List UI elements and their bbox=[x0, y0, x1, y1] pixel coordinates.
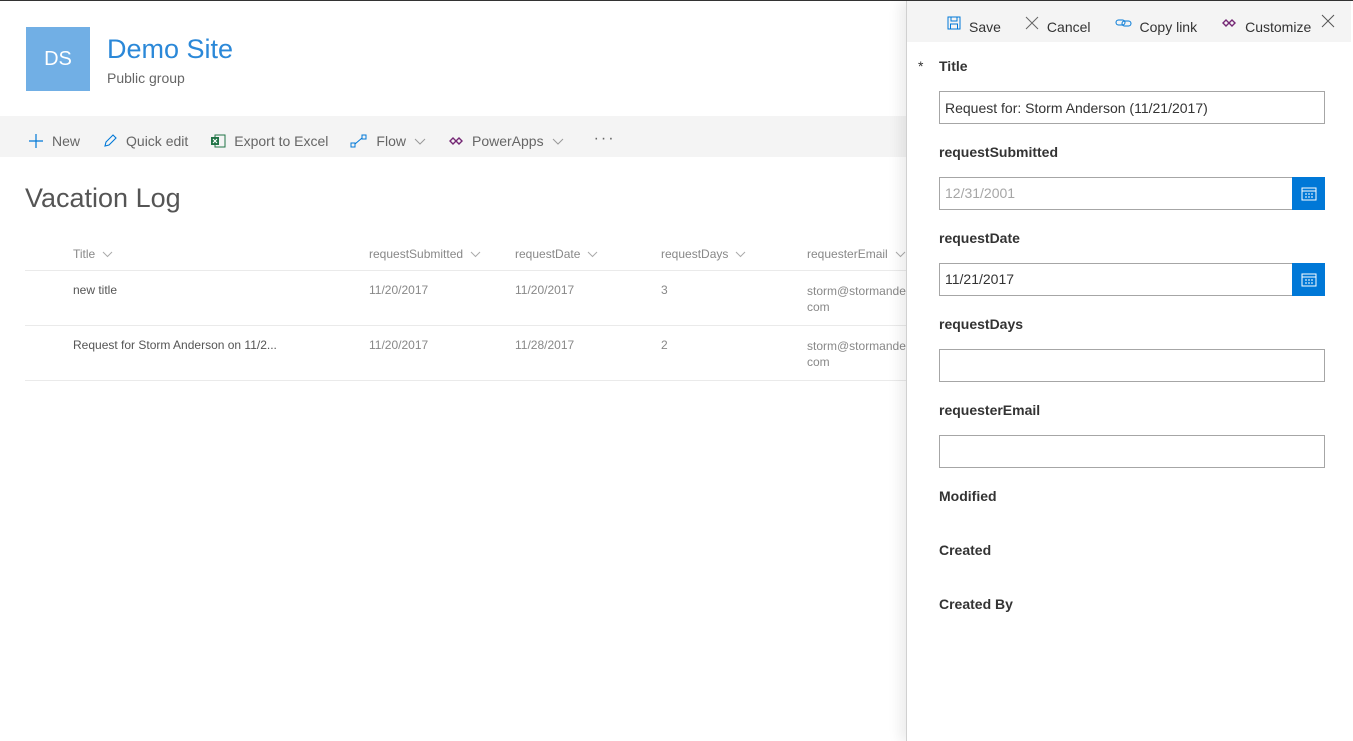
modified-label: Modified bbox=[939, 488, 997, 504]
title-field: * Title Request for: Storm Anderson (11/… bbox=[918, 58, 1325, 124]
requesteremail-label: requesterEmail bbox=[939, 402, 1041, 418]
panel-command-bar: Save Cancel Copy link Customize bbox=[907, 1, 1351, 42]
more-options-button[interactable]: ··· bbox=[594, 116, 616, 157]
column-header-requestdate[interactable]: requestDate bbox=[515, 247, 598, 261]
cell-requesteremail: storm@stormande com bbox=[807, 339, 906, 369]
column-header-requestdays[interactable]: requestDays bbox=[661, 247, 746, 261]
new-button[interactable]: New bbox=[28, 116, 80, 157]
save-icon bbox=[947, 16, 961, 30]
chevron-down-icon bbox=[552, 133, 564, 149]
requestsubmitted-label: requestSubmitted bbox=[939, 144, 1059, 160]
link-icon bbox=[1115, 17, 1132, 29]
calendar-icon bbox=[1301, 187, 1316, 200]
requestsubmitted-input[interactable]: 12/31/2001 bbox=[939, 177, 1292, 210]
column-header-requesteremail[interactable]: requesterEmail bbox=[807, 246, 906, 262]
customize-label: Customize bbox=[1245, 18, 1312, 35]
chevron-down-icon bbox=[102, 247, 113, 261]
column-header-title[interactable]: Title bbox=[73, 247, 113, 261]
cell-title[interactable]: new title bbox=[25, 283, 369, 325]
chevron-down-icon bbox=[895, 246, 906, 262]
flow-icon bbox=[350, 133, 368, 149]
new-label: New bbox=[52, 132, 81, 149]
requesteremail-field: requesterEmail bbox=[939, 402, 1325, 468]
calendar-button[interactable] bbox=[1292, 177, 1325, 210]
export-label: Export to Excel bbox=[234, 132, 329, 149]
table-row[interactable]: new title 11/20/2017 11/20/2017 3 storm@… bbox=[25, 271, 915, 326]
cell-requestdays: 3 bbox=[661, 283, 668, 297]
flow-button[interactable]: Flow bbox=[350, 116, 426, 157]
cell-requestsubmitted: 11/20/2017 bbox=[369, 283, 429, 297]
edit-item-panel: Save Cancel Copy link Customize * Title … bbox=[906, 1, 1353, 741]
cell-requestsubmitted: 11/20/2017 bbox=[369, 338, 429, 352]
export-to-excel-button[interactable]: Export to Excel bbox=[210, 116, 328, 157]
requestsubmitted-date-picker: 12/31/2001 bbox=[939, 177, 1325, 210]
excel-icon bbox=[210, 133, 226, 149]
cell-requestdate: 11/28/2017 bbox=[515, 338, 575, 352]
requestsubmitted-field: requestSubmitted 12/31/2001 bbox=[939, 144, 1325, 210]
requestdate-input[interactable]: 11/21/2017 bbox=[939, 263, 1292, 296]
save-label: Save bbox=[969, 18, 1001, 35]
list-view: Title requestSubmitted requestDate reque… bbox=[25, 237, 915, 381]
powerapps-icon bbox=[1221, 17, 1237, 29]
requesteremail-input[interactable] bbox=[939, 435, 1325, 468]
cell-requestdate: 11/20/2017 bbox=[515, 283, 575, 297]
chevron-down-icon bbox=[735, 247, 746, 261]
chevron-down-icon bbox=[414, 133, 426, 149]
chevron-down-icon bbox=[587, 247, 598, 261]
requestdays-input[interactable] bbox=[939, 349, 1325, 382]
requestdate-field: requestDate 11/21/2017 bbox=[939, 230, 1325, 296]
required-marker: * bbox=[918, 58, 924, 74]
created-by-label: Created By bbox=[939, 596, 1013, 612]
requestdate-label: requestDate bbox=[939, 230, 1020, 246]
list-title: Vacation Log bbox=[25, 183, 181, 213]
cell-requestdays: 2 bbox=[661, 338, 668, 352]
plus-icon bbox=[28, 133, 44, 149]
site-logo[interactable]: DS bbox=[26, 27, 90, 91]
cancel-button[interactable]: Cancel bbox=[1025, 9, 1091, 35]
quick-edit-button[interactable]: Quick edit bbox=[102, 116, 188, 157]
quick-edit-label: Quick edit bbox=[126, 132, 189, 149]
chevron-down-icon bbox=[470, 247, 481, 261]
powerapps-label: PowerApps bbox=[471, 132, 544, 149]
cell-title[interactable]: Request for Storm Anderson on 11/2... bbox=[25, 338, 369, 380]
calendar-button[interactable] bbox=[1292, 263, 1325, 296]
save-button[interactable]: Save bbox=[947, 9, 1001, 35]
cancel-label: Cancel bbox=[1046, 18, 1091, 35]
site-title[interactable]: Demo Site bbox=[107, 34, 233, 65]
cell-requesteremail: storm@stormande com bbox=[807, 284, 906, 314]
copy-link-label: Copy link bbox=[1139, 18, 1198, 35]
close-panel-icon[interactable] bbox=[1321, 14, 1335, 28]
site-subtitle: Public group bbox=[107, 70, 185, 86]
column-header-requestsubmitted[interactable]: requestSubmitted bbox=[369, 247, 481, 261]
powerapps-icon bbox=[448, 135, 464, 147]
close-icon bbox=[1025, 16, 1039, 30]
created-label: Created bbox=[939, 542, 992, 558]
requestdate-date-picker: 11/21/2017 bbox=[939, 263, 1325, 296]
table-row[interactable]: Request for Storm Anderson on 11/2... 11… bbox=[25, 326, 915, 381]
title-label: Title bbox=[939, 58, 968, 74]
pencil-icon bbox=[102, 133, 118, 149]
copy-link-button[interactable]: Copy link bbox=[1115, 9, 1198, 35]
flow-label: Flow bbox=[376, 132, 406, 149]
calendar-icon bbox=[1301, 273, 1316, 286]
title-input[interactable]: Request for: Storm Anderson (11/21/2017) bbox=[939, 91, 1325, 124]
powerapps-button[interactable]: PowerApps bbox=[448, 116, 564, 157]
list-header: Title requestSubmitted requestDate reque… bbox=[25, 237, 915, 271]
requestdays-field: requestDays bbox=[939, 316, 1325, 382]
customize-button[interactable]: Customize bbox=[1221, 9, 1311, 35]
requestdays-label: requestDays bbox=[939, 316, 1024, 332]
